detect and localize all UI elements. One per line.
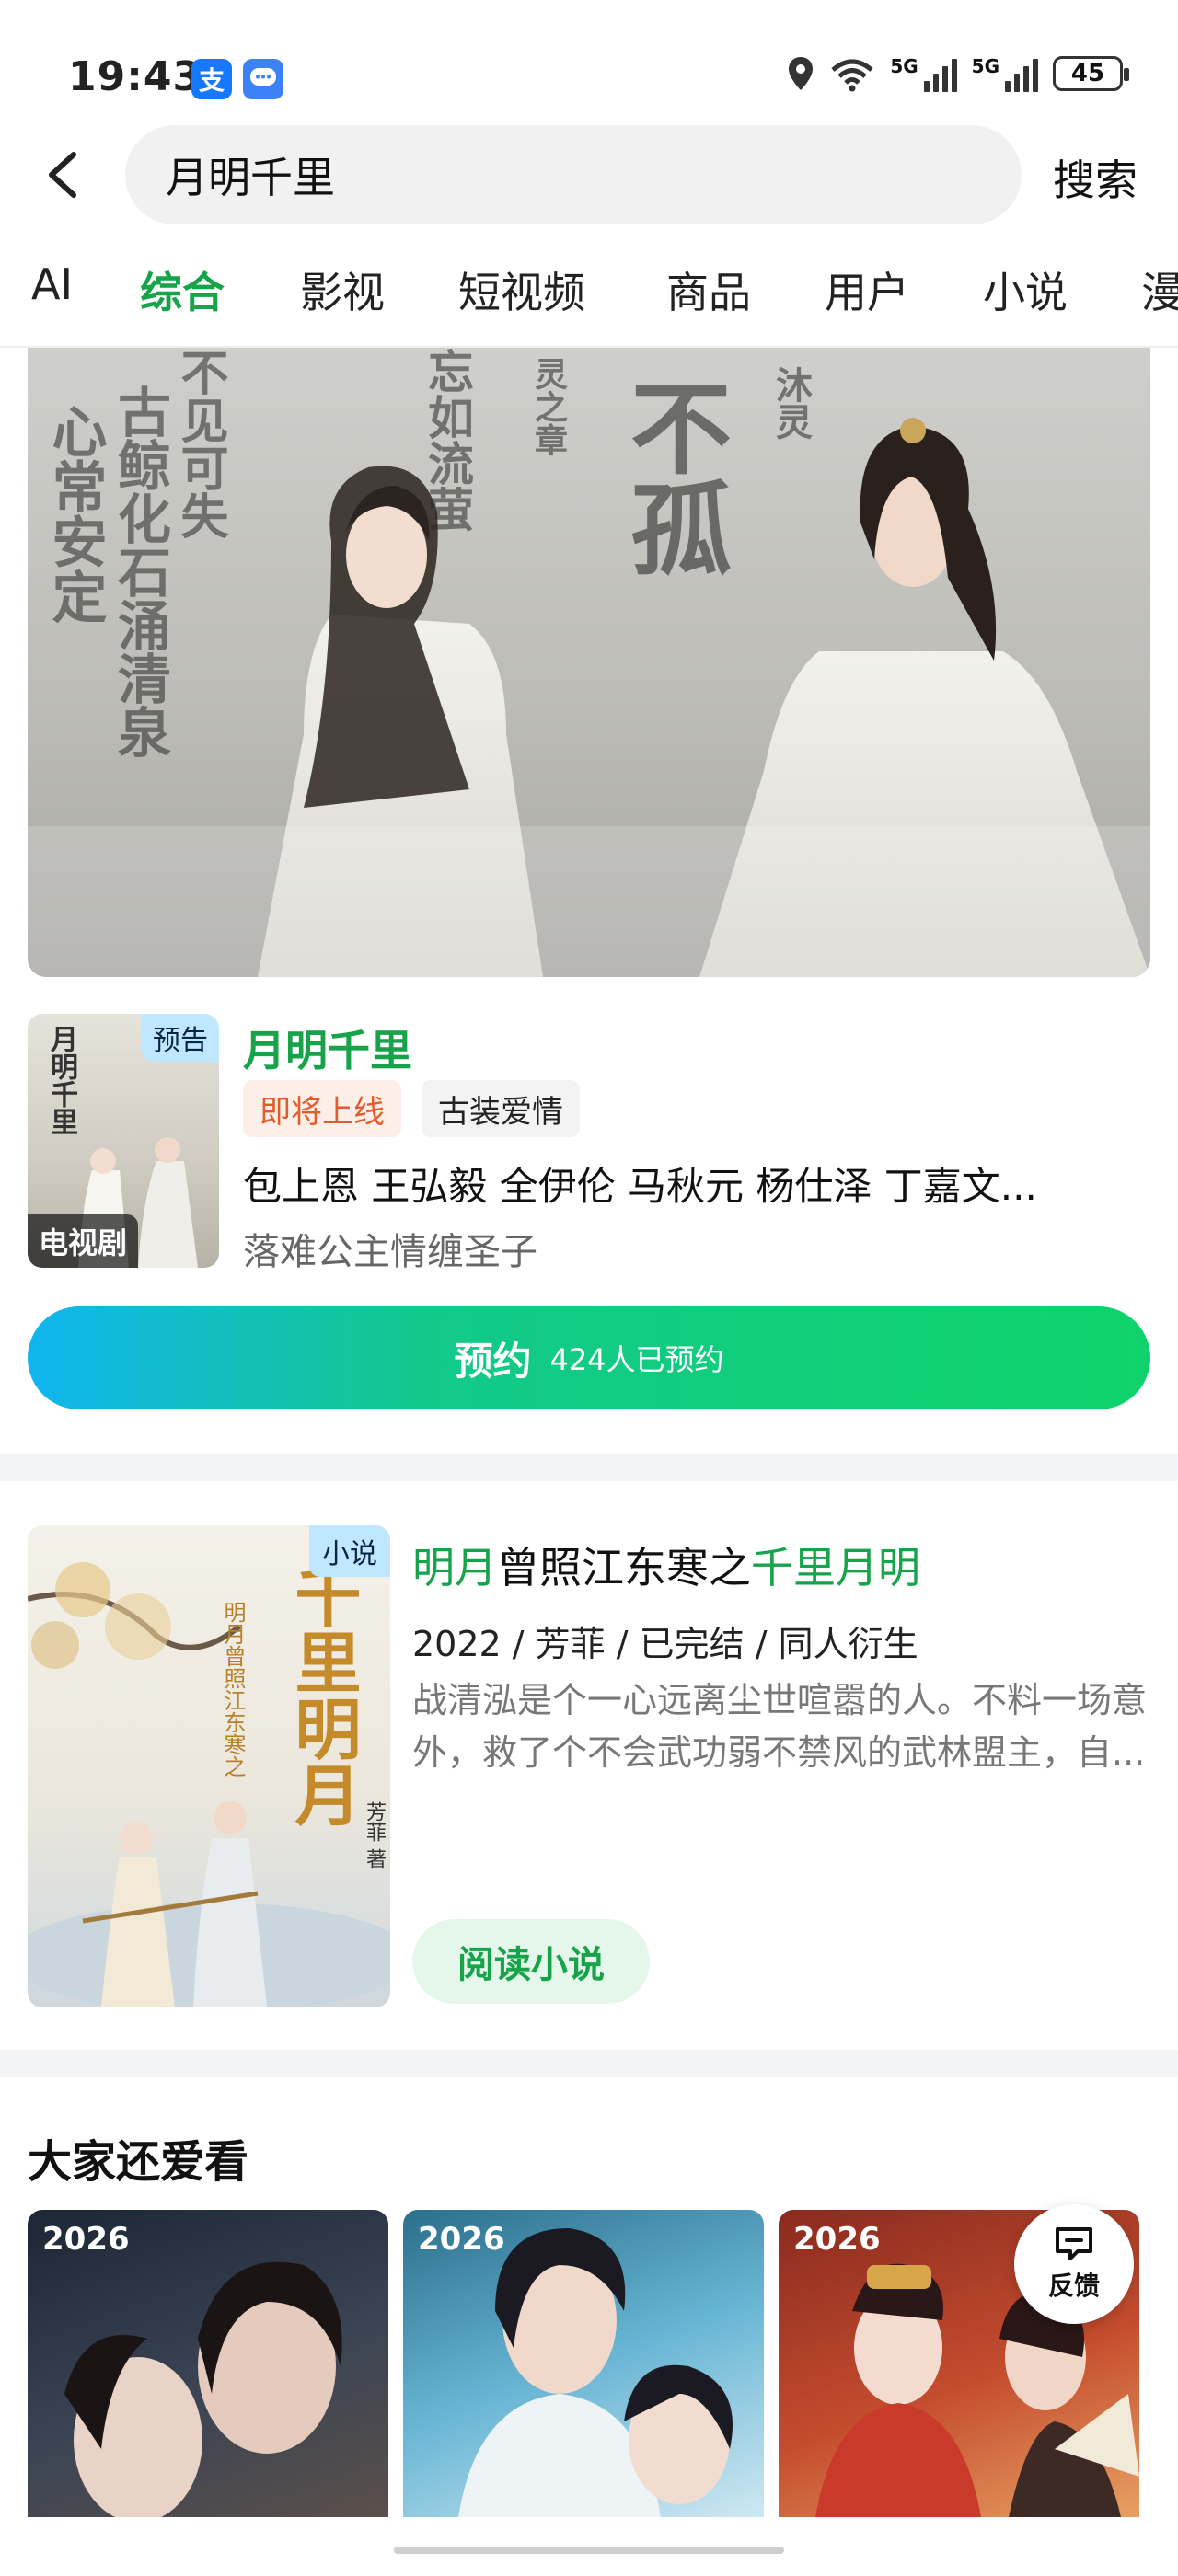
tv-series-badge: 电视剧 xyxy=(28,1214,139,1268)
drama-poster-title: 月明千里 xyxy=(45,1025,77,1135)
novel-cover-author: 芳菲 著 xyxy=(363,1801,386,1869)
status-bar: 19:43 支 5G 5G 45 xyxy=(0,0,1178,110)
feedback-button[interactable]: 反馈 xyxy=(1014,2204,1134,2324)
message-icon xyxy=(243,59,283,99)
novel-meta: 2022 / 芳菲 / 已完结 / 同人衍生 xyxy=(412,1624,918,1664)
tab-users[interactable]: 用户 xyxy=(825,259,909,320)
read-novel-button[interactable]: 阅读小说 xyxy=(412,1919,650,2004)
signal-icon-2: 5G xyxy=(972,55,1038,92)
reserve-button[interactable]: 预约 424人已预约 xyxy=(28,1306,1150,1409)
chevron-left-icon xyxy=(49,152,76,198)
trailer-badge: 预告 xyxy=(142,1014,219,1062)
recommend-year: 2026 xyxy=(793,2221,881,2258)
section-divider xyxy=(0,2050,1178,2077)
drama-poster[interactable]: 月明千里 预告 电视剧 xyxy=(28,1014,219,1268)
coming-soon-tag: 即将上线 xyxy=(243,1080,401,1137)
tab-novels[interactable]: 小说 xyxy=(983,259,1068,320)
recommend-year: 2026 xyxy=(42,2221,130,2258)
search-input[interactable]: 月明千里 xyxy=(125,125,1022,224)
search-button[interactable]: 搜索 xyxy=(1053,147,1138,208)
tab-comprehensive[interactable]: 综合 xyxy=(140,259,225,320)
alipay-icon: 支 xyxy=(191,59,232,99)
novel-title[interactable]: 明月曾照江东寒之千里月明 xyxy=(412,1535,920,1595)
status-time: 19:43 xyxy=(68,53,202,100)
reserve-label: 预约 xyxy=(454,1338,532,1384)
novel-description: 战清泓是个一心远离尘世喧嚣的人。不料一场意外，救了个不会武功弱不禁风的武林盟主，… xyxy=(412,1680,1148,1773)
home-indicator[interactable] xyxy=(394,2547,784,2554)
hero-characters-illustration xyxy=(28,418,1150,977)
genre-tag: 古装爱情 xyxy=(422,1080,580,1137)
tab-short-video[interactable]: 短视频 xyxy=(458,259,585,320)
section-divider xyxy=(0,1454,1178,1481)
reserve-count: 424人已预约 xyxy=(549,1342,724,1377)
tab-ai[interactable]: AI xyxy=(31,259,73,309)
signal-icon: 5G xyxy=(890,55,957,92)
drama-title[interactable]: 月明千里 xyxy=(243,1018,412,1078)
tab-comics[interactable]: 漫 xyxy=(1141,259,1178,320)
tab-products[interactable]: 商品 xyxy=(666,259,751,320)
feedback-icon xyxy=(1056,2227,1092,2260)
search-query: 月明千里 xyxy=(166,153,335,202)
novel-cover-title: 千里明月 xyxy=(283,1562,362,1827)
novel-cover[interactable]: 千里明月 明月曾照江东寒之 芳菲 著 小说 xyxy=(28,1525,390,2007)
feedback-label: 反馈 xyxy=(1047,2271,1100,2301)
wifi-icon xyxy=(831,59,873,92)
back-button[interactable] xyxy=(37,138,92,212)
drama-description: 落难公主情缠圣子 xyxy=(243,1231,537,1273)
recommend-card[interactable]: 2026 xyxy=(28,2210,388,2517)
recommend-year: 2026 xyxy=(418,2221,505,2258)
drama-cast: 包上恩 王弘毅 全伊伦 马秋元 杨仕泽 丁嘉文... xyxy=(243,1164,1037,1209)
recommend-card[interactable]: 2026 xyxy=(403,2210,764,2517)
status-indicators: 5G 5G 45 xyxy=(787,55,1129,92)
category-tabs: AI 综合 影视 短视频 商品 用户 小说 漫 xyxy=(0,259,1178,329)
hero-banner[interactable]: 不孤 心常安定 古鲸化石涌清泉 不见可失 忘如流萤 灵之章 沐灵 xyxy=(28,348,1150,977)
location-icon xyxy=(789,57,814,90)
novel-cover-subtitle: 明月曾照江东寒之 xyxy=(220,1601,246,1777)
recommend-title: 大家还爱看 xyxy=(28,2136,249,2188)
tab-film-tv[interactable]: 影视 xyxy=(300,259,385,320)
novel-badge: 小说 xyxy=(309,1525,390,1577)
battery-icon: 45 xyxy=(1053,56,1129,91)
